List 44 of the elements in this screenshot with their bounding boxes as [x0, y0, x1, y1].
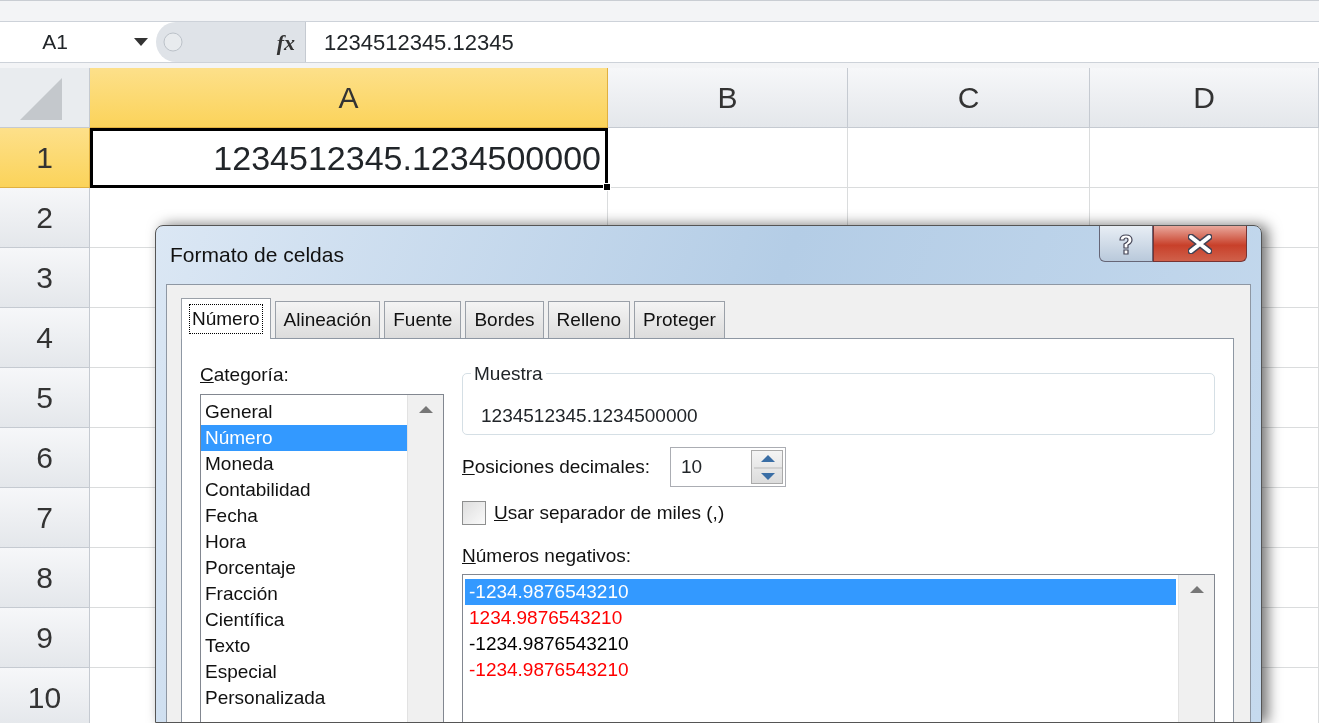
category-item[interactable]: Científica: [201, 606, 407, 633]
row-header[interactable]: 1: [0, 128, 90, 188]
negative-format-item[interactable]: -1234.9876543210: [465, 657, 1176, 683]
category-item[interactable]: Especial: [201, 658, 407, 685]
tab[interactable]: Número: [181, 298, 271, 339]
row-header[interactable]: 4: [0, 308, 90, 368]
tab[interactable]: Proteger: [634, 301, 725, 338]
category-item[interactable]: Texto: [201, 632, 407, 659]
decimal-places-label: Posiciones decimales:: [462, 454, 650, 479]
category-item[interactable]: Personalizada: [201, 684, 407, 711]
tab[interactable]: Bordes: [465, 301, 544, 338]
column-header[interactable]: C: [848, 68, 1090, 128]
negative-format-item[interactable]: -1234.9876543210: [465, 631, 1176, 657]
row-header[interactable]: 7: [0, 488, 90, 548]
row-header[interactable]: 2: [0, 188, 90, 248]
row-header[interactable]: 9: [0, 608, 90, 668]
column-header[interactable]: D: [1090, 68, 1319, 128]
column-header[interactable]: A: [90, 68, 608, 128]
category-item[interactable]: Moneda: [201, 450, 407, 477]
tab[interactable]: Alineación: [274, 301, 381, 338]
formula-input[interactable]: 1234512345.12345: [324, 25, 514, 59]
negative-numbers-label: Números negativos:: [462, 543, 631, 568]
category-item[interactable]: Porcentaje: [201, 554, 407, 581]
category-label: Categoría:: [200, 363, 289, 387]
decimal-places-spinner[interactable]: 10: [670, 447, 786, 487]
tab[interactable]: Relleno: [547, 301, 631, 338]
category-item[interactable]: Fecha: [201, 502, 407, 529]
checkbox-label: Usar separador de miles (,): [494, 501, 725, 525]
row-header[interactable]: 8: [0, 548, 90, 608]
row-header[interactable]: 10: [0, 668, 90, 723]
category-item[interactable]: Fracción: [201, 580, 407, 607]
column-header[interactable]: B: [608, 68, 848, 128]
insert-function-button[interactable]: fx: [276, 25, 295, 59]
name-box[interactable]: A1: [0, 26, 110, 58]
tab[interactable]: Fuente: [384, 301, 462, 338]
category-item[interactable]: Hora: [201, 528, 407, 555]
category-item[interactable]: General: [201, 398, 407, 425]
sample-value: 1234512345.1234500000: [481, 405, 698, 426]
row-header[interactable]: 3: [0, 248, 90, 308]
row-header[interactable]: 5: [0, 368, 90, 428]
category-item[interactable]: Contabilidad: [201, 476, 407, 503]
row-header[interactable]: 6: [0, 428, 90, 488]
dialog-title: Formato de celdas: [169, 242, 344, 269]
negative-format-item[interactable]: 1234.9876543210: [465, 605, 1176, 631]
